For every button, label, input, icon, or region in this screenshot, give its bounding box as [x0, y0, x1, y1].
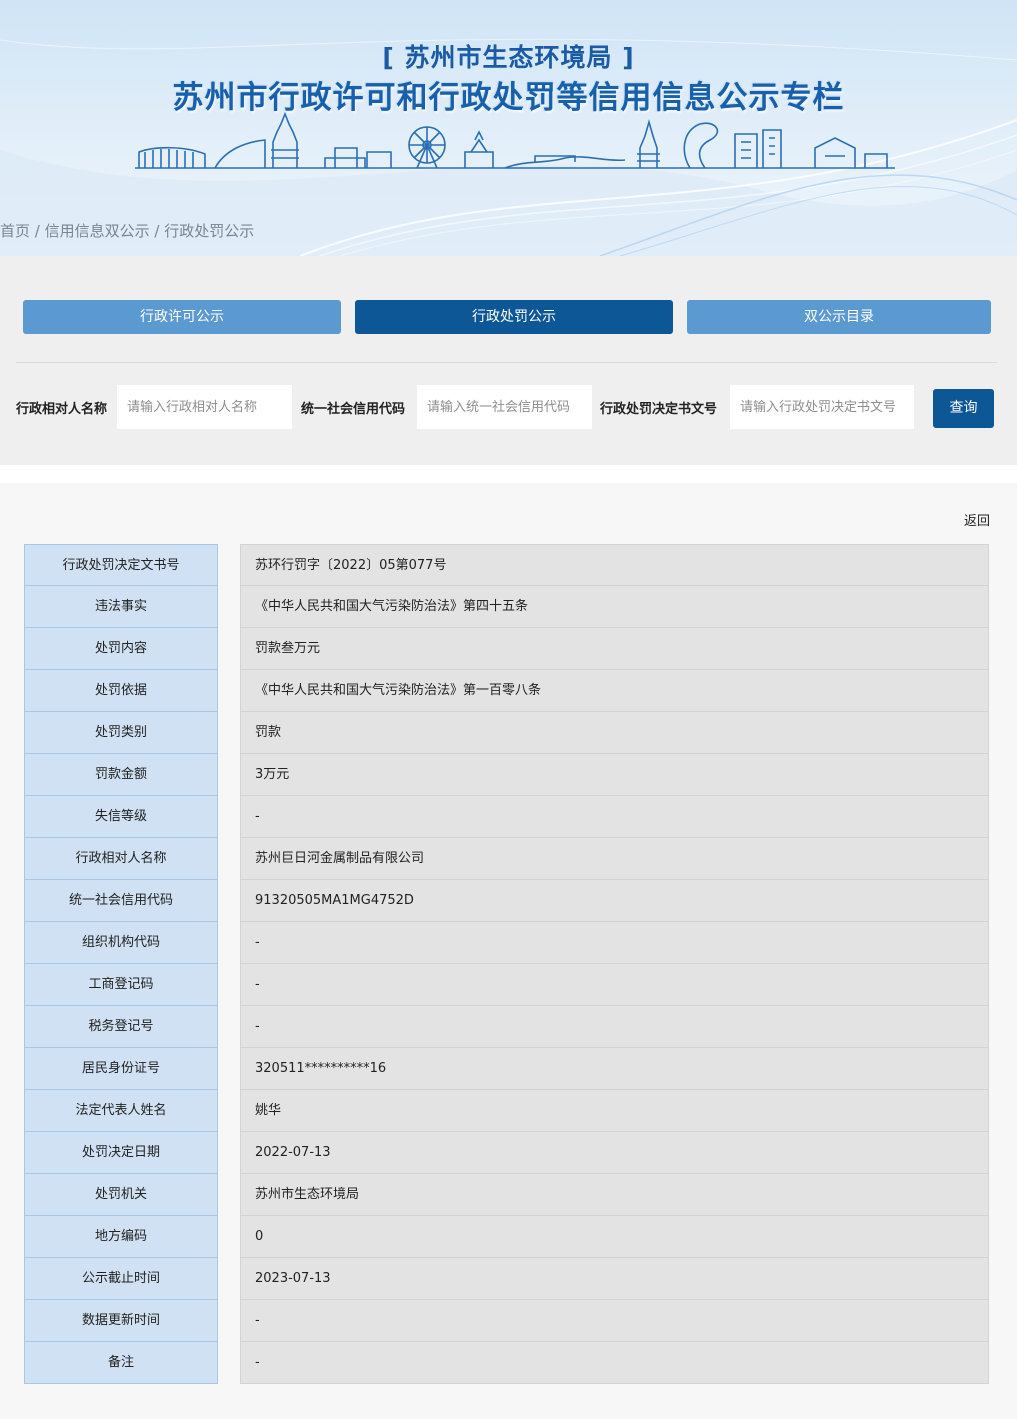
- field-value: -: [240, 1342, 989, 1384]
- field-label: 统一社会信用代码: [24, 880, 218, 922]
- credit-code-field-label: 统一社会信用代码: [301, 402, 406, 417]
- table-row: 统一社会信用代码 91320505MA1MG4752D: [24, 880, 989, 922]
- table-row: 居民身份证号 320511**********16: [24, 1048, 989, 1090]
- field-label: 处罚机关: [24, 1174, 218, 1216]
- breadcrumb-home[interactable]: 首页: [0, 222, 30, 240]
- field-label: 组织机构代码: [24, 922, 218, 964]
- field-label: 处罚依据: [24, 670, 218, 712]
- agency-name: [ 苏州市生态环境局 ]: [382, 43, 635, 72]
- field-value: 苏环行罚字〔2022〕05第077号: [240, 544, 989, 586]
- divider: [16, 362, 997, 363]
- field-value: 苏州市生态环境局: [240, 1174, 989, 1216]
- table-row: 违法事实 《中华人民共和国大气污染防治法》第四十五条: [24, 586, 989, 628]
- field-label: 处罚内容: [24, 628, 218, 670]
- field-value: 《中华人民共和国大气污染防治法》第四十五条: [240, 586, 989, 628]
- table-row: 数据更新时间 -: [24, 1300, 989, 1342]
- penalty-detail-table: 行政处罚决定文书号 苏环行罚字〔2022〕05第077号 违法事实 《中华人民共和国大…: [24, 544, 989, 1384]
- breadcrumb-separator: /: [149, 222, 165, 240]
- table-row: 处罚内容 罚款叁万元: [24, 628, 989, 670]
- field-label: 法定代表人姓名: [24, 1090, 218, 1132]
- field-label: 税务登记号: [24, 1006, 218, 1048]
- table-row: 处罚决定日期 2022-07-13: [24, 1132, 989, 1174]
- table-row: 组织机构代码 -: [24, 922, 989, 964]
- table-row: 失信等级 -: [24, 796, 989, 838]
- field-value: -: [240, 964, 989, 1006]
- field-label: 行政相对人名称: [24, 838, 218, 880]
- field-label: 居民身份证号: [24, 1048, 218, 1090]
- field-value: 罚款: [240, 712, 989, 754]
- field-label: 罚款金额: [24, 754, 218, 796]
- field-label: 地方编码: [24, 1216, 218, 1258]
- field-value: 姚华: [240, 1090, 989, 1132]
- name-input[interactable]: [117, 385, 292, 429]
- tab-administrative-penalty[interactable]: 行政处罚公示: [355, 300, 673, 334]
- table-row: 地方编码 0: [24, 1216, 989, 1258]
- tab-administrative-license[interactable]: 行政许可公示: [23, 300, 341, 334]
- field-value: 3万元: [240, 754, 989, 796]
- field-label: 处罚类别: [24, 712, 218, 754]
- section-gap: [0, 465, 1017, 483]
- back-link[interactable]: 返回: [964, 510, 990, 529]
- table-row: 公示截止时间 2023-07-13: [24, 1258, 989, 1300]
- field-value: 2023-07-13: [240, 1258, 989, 1300]
- breadcrumb-current: 行政处罚公示: [164, 222, 255, 240]
- field-value: 320511**********16: [240, 1048, 989, 1090]
- field-value: 91320505MA1MG4752D: [240, 880, 989, 922]
- field-value: -: [240, 1006, 989, 1048]
- breadcrumb-dual-disclosure[interactable]: 信用信息双公示: [45, 222, 150, 240]
- table-row: 税务登记号 -: [24, 1006, 989, 1048]
- field-label: 违法事实: [24, 586, 218, 628]
- table-row: 处罚机关 苏州市生态环境局: [24, 1174, 989, 1216]
- field-value: 《中华人民共和国大气污染防治法》第一百零八条: [240, 670, 989, 712]
- field-label: 工商登记码: [24, 964, 218, 1006]
- field-label: 处罚决定日期: [24, 1132, 218, 1174]
- table-row: 工商登记码 -: [24, 964, 989, 1006]
- name-field-label: 行政相对人名称: [16, 402, 108, 417]
- header-banner: [ 苏州市生态环境局 ] 苏州市行政许可和行政处罚等信用信息公示专栏 首页 / …: [0, 0, 1017, 256]
- field-label: 数据更新时间: [24, 1300, 218, 1342]
- field-value: 2022-07-13: [240, 1132, 989, 1174]
- field-value: -: [240, 1300, 989, 1342]
- table-row: 行政处罚决定文书号 苏环行罚字〔2022〕05第077号: [24, 544, 989, 586]
- field-label: 公示截止时间: [24, 1258, 218, 1300]
- table-row: 备注 -: [24, 1342, 989, 1384]
- tab-dual-disclosure-catalog[interactable]: 双公示目录: [687, 300, 991, 334]
- field-label: 行政处罚决定文书号: [24, 544, 218, 586]
- document-number-field-label: 行政处罚决定书文号: [600, 402, 718, 417]
- field-label: 失信等级: [24, 796, 218, 838]
- table-row: 行政相对人名称 苏州巨日河金属制品有限公司: [24, 838, 989, 880]
- search-panel: 行政许可公示 行政处罚公示 双公示目录 行政相对人名称 统一社会信用代码 行政处…: [0, 256, 1017, 465]
- field-value: 0: [240, 1216, 989, 1258]
- query-button[interactable]: 查询: [933, 389, 994, 428]
- field-value: 罚款叁万元: [240, 628, 989, 670]
- credit-code-input[interactable]: [417, 385, 592, 429]
- breadcrumb-separator: /: [30, 222, 45, 240]
- field-value: -: [240, 922, 989, 964]
- table-row: 处罚类别 罚款: [24, 712, 989, 754]
- table-row: 法定代表人姓名 姚华: [24, 1090, 989, 1132]
- page-title: 苏州市行政许可和行政处罚等信用信息公示专栏: [172, 80, 845, 116]
- table-row: 处罚依据 《中华人民共和国大气污染防治法》第一百零八条: [24, 670, 989, 712]
- table-row: 罚款金额 3万元: [24, 754, 989, 796]
- document-number-input[interactable]: [730, 385, 914, 429]
- field-value: -: [240, 796, 989, 838]
- city-skyline-icon: [135, 112, 895, 169]
- breadcrumb: 首页 / 信用信息双公示 / 行政处罚公示: [0, 220, 254, 241]
- field-value: 苏州巨日河金属制品有限公司: [240, 838, 989, 880]
- field-label: 备注: [24, 1342, 218, 1384]
